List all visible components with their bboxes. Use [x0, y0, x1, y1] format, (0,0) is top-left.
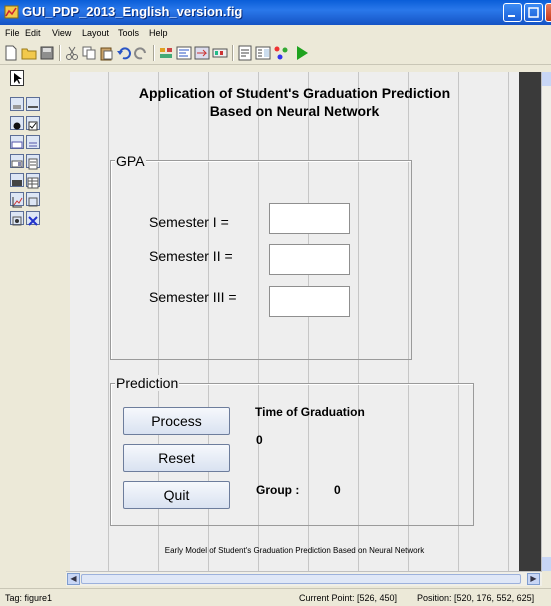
status-current-point: Current Point: [526, 450] [299, 593, 398, 603]
minimize-button[interactable] [503, 3, 522, 22]
semester-1-label: Semester I = [149, 214, 229, 230]
cut-icon[interactable] [64, 45, 80, 61]
maximize-icon [528, 7, 539, 18]
popup-menu-icon [11, 160, 23, 168]
scroll-left-icon[interactable]: ◀ [67, 573, 80, 585]
quit-button[interactable]: Quit [123, 481, 230, 509]
slider-icon [28, 106, 38, 108]
toggle-icon [12, 180, 22, 186]
menu-layout[interactable]: Layout [82, 28, 109, 38]
tab-order-icon[interactable] [194, 45, 210, 61]
process-button[interactable]: Process [123, 407, 230, 435]
pointer-icon [14, 73, 22, 84]
property-inspector-icon[interactable] [255, 45, 271, 61]
slider-tool[interactable] [26, 97, 40, 111]
horizontal-scroll-thumb[interactable] [81, 574, 521, 584]
undo-icon[interactable] [116, 45, 132, 61]
window-title: GUI_PDP_2013_English_version.fig [22, 4, 243, 19]
select-tool[interactable] [10, 70, 24, 86]
panel-tool[interactable] [26, 192, 40, 207]
design-canvas[interactable]: Application of Student's Graduation Pred… [70, 72, 519, 571]
pushbutton-tool[interactable] [10, 97, 24, 111]
reset-button[interactable]: Reset [123, 444, 230, 472]
menu-editor-icon[interactable] [176, 45, 192, 61]
save-icon[interactable] [39, 45, 55, 61]
radio-icon [13, 122, 21, 130]
figure-icon [4, 5, 19, 19]
edit-text-tool[interactable] [10, 135, 24, 149]
scroll-up-icon[interactable] [542, 72, 551, 86]
gpa-panel-title: GPA [115, 153, 146, 169]
table-tool[interactable] [26, 173, 40, 189]
semester-2-input[interactable] [269, 244, 350, 275]
pushbutton-icon [13, 105, 21, 109]
footer-text: Early Model of Student's Graduation Pred… [164, 546, 425, 555]
semester-1-input[interactable] [269, 203, 350, 234]
menu-edit[interactable]: Edit [25, 28, 41, 38]
menu-bar: File Edit View Layout Tools Help [0, 25, 551, 42]
horizontal-scrollbar[interactable]: ◀ ▶ [66, 571, 542, 586]
prediction-panel-title: Prediction [115, 375, 180, 391]
component-palette [10, 70, 40, 260]
semester-2-label: Semester II = [149, 248, 233, 264]
button-group-tool[interactable] [10, 211, 24, 226]
m-file-editor-icon[interactable] [237, 45, 253, 61]
edit-text-icon [11, 141, 23, 149]
title-bar: GUI_PDP_2013_English_version.fig [0, 0, 551, 25]
listbox-tool[interactable] [26, 154, 40, 170]
scroll-right-icon[interactable]: ▶ [527, 573, 540, 585]
redo-icon[interactable] [133, 45, 149, 61]
menu-file[interactable]: File [5, 28, 20, 38]
app-title-line2: Based on Neural Network [209, 103, 380, 119]
status-tag: Tag: figure1 [5, 593, 53, 603]
new-icon[interactable] [3, 45, 19, 61]
axes-icon [12, 197, 23, 208]
popup-menu-tool[interactable] [10, 154, 24, 168]
canvas-resize-area [519, 72, 541, 571]
table-icon [27, 177, 39, 189]
scroll-down-icon[interactable] [542, 557, 551, 571]
semester-3-label: Semester III = [149, 289, 237, 305]
static-text-icon [29, 142, 37, 147]
radio-tool[interactable] [10, 116, 24, 130]
app-title-line1: Application of Student's Graduation Pred… [138, 85, 451, 101]
time-of-graduation-value: 0 [256, 433, 263, 447]
vertical-scrollbar[interactable] [541, 72, 551, 571]
status-position: Position: [520, 176, 552, 625] [417, 593, 535, 603]
status-bar: Tag: figure1 Current Point: [526, 450] P… [0, 588, 551, 606]
paste-icon[interactable] [98, 45, 114, 61]
run-icon[interactable] [294, 45, 310, 61]
close-button[interactable] [545, 3, 551, 22]
group-value: 0 [334, 483, 341, 497]
checkbox-tool[interactable] [26, 116, 40, 131]
toolbar-editor-icon[interactable] [212, 45, 228, 61]
listbox-icon [28, 158, 38, 170]
semester-3-input[interactable] [269, 286, 350, 317]
minimize-icon [508, 15, 515, 17]
checkbox-icon [28, 121, 38, 131]
toggle-tool[interactable] [10, 173, 24, 187]
menu-tools[interactable]: Tools [118, 28, 139, 38]
toolbar [0, 42, 551, 65]
open-icon[interactable] [21, 45, 37, 61]
time-of-graduation-label: Time of Graduation [255, 405, 365, 419]
copy-icon[interactable] [81, 45, 97, 61]
button-group-icon [12, 216, 22, 226]
menu-view[interactable]: View [52, 28, 71, 38]
object-browser-icon[interactable] [273, 45, 289, 61]
axes-tool[interactable] [10, 192, 24, 208]
align-icon[interactable] [158, 45, 174, 61]
maximize-button[interactable] [524, 3, 543, 22]
static-text-tool[interactable] [26, 135, 40, 149]
menu-help[interactable]: Help [149, 28, 168, 38]
panel-icon [28, 197, 38, 207]
group-label: Group : [256, 483, 300, 497]
activex-icon [28, 216, 38, 226]
activex-tool[interactable] [26, 211, 40, 226]
